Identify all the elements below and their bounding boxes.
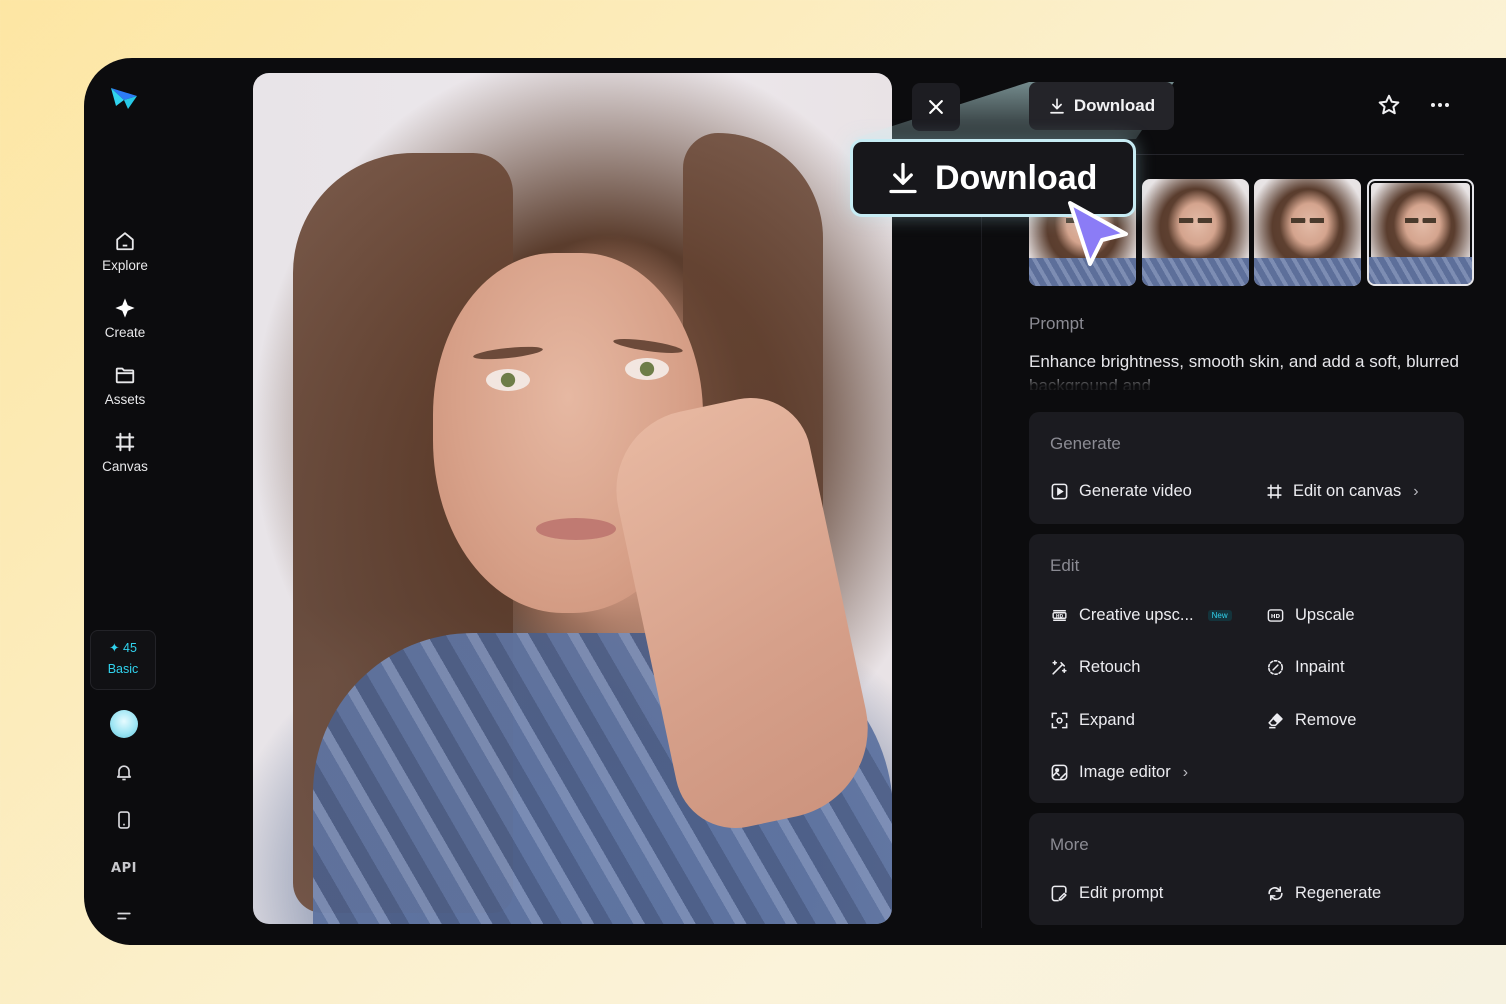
edit-card: Edit HD Creative upsc... New HD Upscale … (1029, 534, 1464, 803)
app-logo[interactable] (108, 82, 140, 114)
edit-title: Edit (1050, 556, 1080, 575)
inpaint-icon (1267, 659, 1284, 676)
edit-prompt-button[interactable]: Edit prompt (1050, 884, 1163, 903)
credits-amount: ✦ 45 (109, 641, 137, 655)
nav-assets[interactable]: Assets (84, 364, 166, 407)
hd-icon: HD (1267, 609, 1284, 622)
nav-explore[interactable]: Explore (84, 230, 166, 273)
home-icon (116, 232, 134, 251)
notifications-button[interactable] (108, 756, 140, 788)
wand-icon (1052, 660, 1067, 675)
sparkle-icon (115, 298, 135, 318)
prompt-text: Enhance brightness, smooth skin, and add… (1029, 352, 1459, 390)
menu-button[interactable] (108, 900, 140, 932)
canvas-icon (115, 432, 135, 452)
credits-badge[interactable]: ✦ 45 Basic (90, 630, 156, 690)
more-icon (1431, 103, 1449, 107)
close-button[interactable] (912, 83, 960, 131)
phone-icon (118, 811, 130, 829)
download-icon (1050, 98, 1064, 114)
nav-create-label: Create (104, 325, 146, 340)
chevron-right-icon: › (1413, 482, 1419, 500)
app-window: Explore Create Assets Canvas ✦ 45 Basic … (84, 58, 1506, 945)
svg-text:HD: HD (1271, 614, 1281, 620)
edit-prompt-icon (1051, 885, 1067, 902)
main-image[interactable] (253, 73, 892, 924)
image-editor-icon (1051, 764, 1068, 781)
generate-video-button[interactable]: Generate video (1050, 482, 1192, 501)
generate-title: Generate (1050, 434, 1121, 453)
expand-button[interactable]: Expand (1050, 711, 1135, 730)
download-icon (889, 162, 917, 194)
thumb-shirt (1142, 258, 1249, 286)
canvas-icon (1267, 484, 1282, 499)
sparkle-icon: ✦ (109, 641, 120, 655)
download-button-label: Download (1073, 96, 1156, 115)
thumbnail-3[interactable] (1254, 179, 1361, 286)
download-callout-label: Download (935, 158, 1098, 197)
new-badge: New (1207, 610, 1232, 621)
regenerate-button[interactable]: Regenerate (1266, 884, 1381, 903)
close-icon (929, 100, 943, 114)
thumbnail-2[interactable] (1142, 179, 1249, 286)
expand-icon (1051, 712, 1068, 729)
cursor-pointer-icon (1068, 201, 1128, 266)
plan-tier: Basic (107, 662, 139, 676)
retouch-button[interactable]: Retouch (1050, 658, 1140, 677)
avatar (110, 710, 138, 738)
api-link[interactable]: API (108, 852, 140, 884)
more-card: More Edit prompt Regenerate (1029, 813, 1464, 925)
thumb-eyes (1179, 217, 1212, 223)
user-avatar-button[interactable] (108, 708, 140, 740)
star-icon (1378, 94, 1400, 115)
download-button[interactable]: Download (1029, 82, 1174, 130)
thumb-shirt (1369, 257, 1472, 284)
regenerate-icon (1268, 886, 1283, 901)
image-editor-button[interactable]: Image editor › (1050, 763, 1188, 782)
nav-explore-label: Explore (102, 258, 148, 273)
remove-button[interactable]: Remove (1266, 711, 1356, 730)
prompt-label: Prompt (1029, 314, 1084, 333)
thumb-shirt (1254, 258, 1361, 286)
svg-text:HD: HD (1056, 613, 1064, 619)
thumb-eyes (1405, 218, 1436, 224)
inpaint-button[interactable]: Inpaint (1266, 658, 1345, 677)
favorite-button[interactable] (1377, 93, 1401, 122)
mobile-app-button[interactable] (108, 804, 140, 836)
folder-icon (115, 367, 135, 384)
generate-card: Generate Generate video Edit on canvas › (1029, 412, 1464, 524)
bell-icon (116, 765, 132, 781)
photo-eye-left (486, 369, 530, 391)
more-options-button[interactable] (1428, 93, 1452, 122)
panel-divider (981, 188, 982, 928)
nav-canvas[interactable]: Canvas (84, 431, 166, 474)
creative-upscale-button[interactable]: HD Creative upsc... New (1050, 606, 1232, 625)
photo-eye-right (625, 358, 669, 380)
nav-assets-label: Assets (104, 392, 146, 407)
edit-on-canvas-button[interactable]: Edit on canvas › (1266, 482, 1419, 501)
photo-lips (536, 518, 616, 540)
play-icon (1051, 483, 1068, 500)
eraser-icon (1268, 713, 1283, 729)
hd-plus-icon: HD (1052, 610, 1067, 621)
nav-canvas-label: Canvas (102, 459, 148, 474)
thumb-eyes (1291, 217, 1324, 223)
thumbnail-4-selected[interactable] (1367, 179, 1474, 286)
menu-icon (117, 912, 131, 920)
upscale-button[interactable]: HD Upscale (1266, 606, 1355, 625)
nav-create[interactable]: Create (84, 297, 166, 340)
chevron-right-icon: › (1182, 763, 1189, 781)
more-title: More (1050, 835, 1089, 854)
